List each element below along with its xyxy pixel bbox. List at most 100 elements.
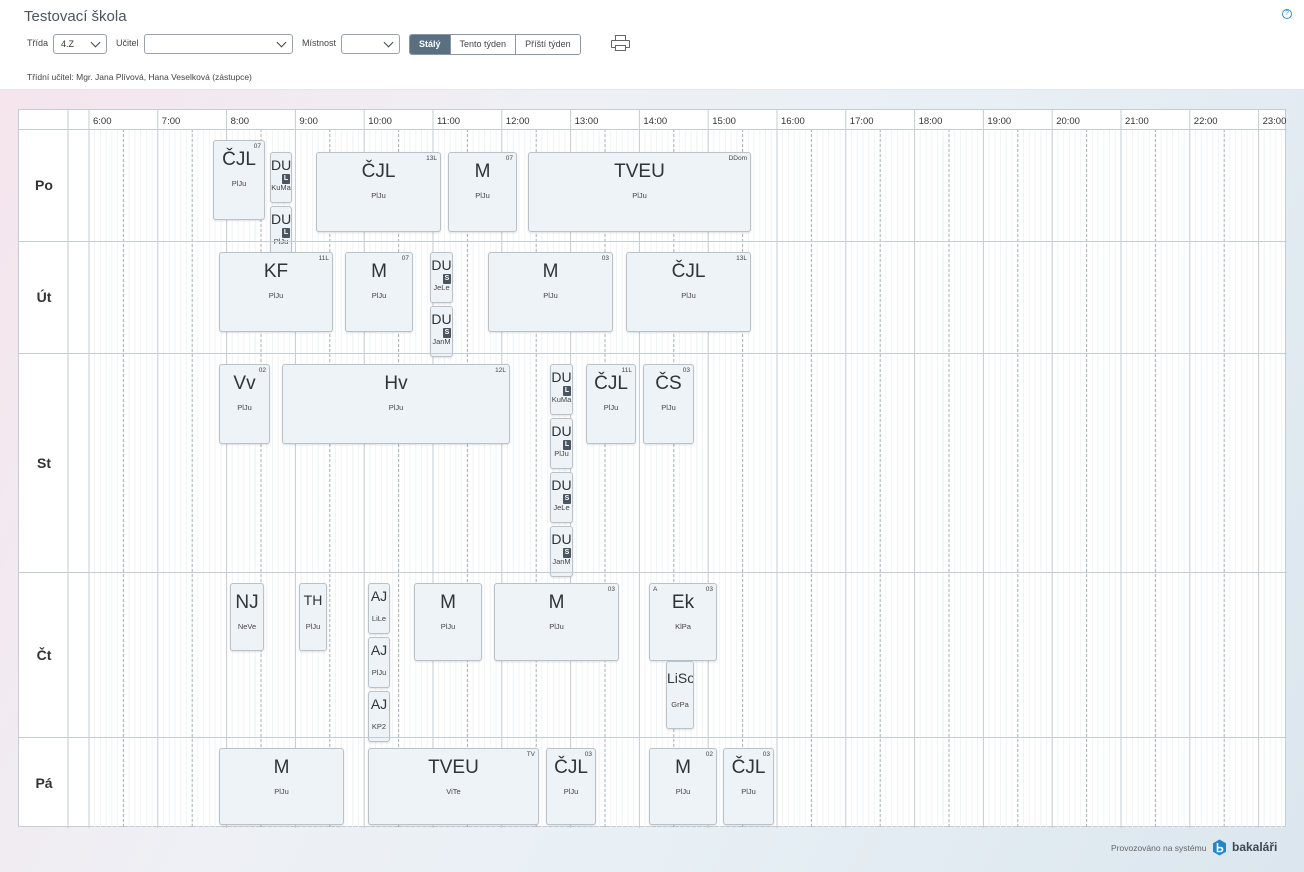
lesson-subject: TH — [303, 592, 323, 608]
bakalari-logo-icon[interactable] — [1212, 839, 1227, 856]
lesson-card[interactable]: ČJL PlJu 03 — [546, 748, 596, 825]
group-badge: L — [563, 386, 571, 396]
lesson-card[interactable]: M PlJu 07 — [448, 152, 517, 232]
group-badge: L — [282, 174, 290, 184]
lesson-card[interactable]: TVEU PlJu DDom — [528, 152, 751, 232]
lesson-card[interactable]: AJ LiLe — [368, 583, 390, 634]
hour-label: 17:00 — [849, 116, 874, 127]
lesson-teacher: PlJu — [388, 403, 404, 412]
lesson-card[interactable]: ČJL PlJu 03 — [723, 748, 774, 825]
lesson-subject: M — [675, 757, 691, 778]
lesson-card[interactable]: ČJL PlJu 11L — [586, 364, 636, 444]
lesson-room: 03 — [584, 751, 592, 758]
lesson-teacher: PlJu — [563, 787, 579, 796]
lesson-teacher: PlJu — [371, 291, 387, 300]
hour-label: 8:00 — [230, 116, 250, 127]
week-button-next-week[interactable]: Příští týden — [515, 35, 580, 54]
lesson-card[interactable]: DU PlJu L — [550, 418, 573, 469]
lesson-room: 02 — [705, 751, 713, 758]
lesson-card[interactable]: DU JanM S — [430, 306, 453, 357]
hour-label: 19:00 — [987, 116, 1012, 127]
lesson-room: 07 — [505, 155, 513, 162]
hour-label: 6:00 — [93, 116, 112, 127]
lesson-card[interactable]: LiSo GrPa — [666, 661, 694, 729]
lesson-teacher: PlJu — [231, 179, 247, 188]
lesson-subject: TVEU — [428, 757, 479, 778]
lesson-subject: ČJL — [361, 161, 396, 182]
hour-label: 13:00 — [574, 116, 599, 127]
hour-label: 10:00 — [368, 116, 392, 127]
hour-label: 18:00 — [918, 116, 943, 127]
lesson-card[interactable]: M PlJu 03 — [488, 252, 613, 332]
teacher-label: Učitel — [116, 38, 139, 48]
lesson-subject: AJ — [370, 642, 388, 658]
lesson-card[interactable]: KF PlJu 11L — [219, 252, 333, 332]
week-button-permanent[interactable]: Stálý — [410, 35, 450, 54]
lesson-teacher: JanM — [432, 337, 451, 346]
lesson-card[interactable]: Ek KlPa 03 A — [649, 583, 717, 661]
lesson-card[interactable]: ČJL PlJu 13L — [626, 252, 751, 332]
lesson-card[interactable]: TH PlJu — [299, 583, 327, 651]
day-label: Út — [36, 289, 52, 305]
lesson-card[interactable]: ČJL PlJu 13L — [316, 152, 441, 232]
hour-label: 9:00 — [299, 116, 318, 127]
lesson-room: 11L — [318, 255, 329, 262]
lesson-teacher: GrPa — [671, 700, 689, 709]
day-row: Čt NJ NeVe TH PlJu AJ LiLe AJ PlJu AJ KP2 M PlJu M PlJ… — [19, 572, 1287, 742]
lesson-room: 11L — [621, 367, 632, 374]
lesson-teacher: PlJu — [475, 191, 490, 200]
lesson-teacher: PlJu — [274, 787, 289, 796]
lesson-card[interactable]: ČS PlJu 03 — [643, 364, 694, 444]
lesson-card[interactable]: DU JeLe S — [430, 252, 453, 303]
help-icon[interactable]: ? — [1282, 9, 1292, 19]
day-row: Pá M PlJu TVEU ViTe TV ČJL PlJu 03 M PlJu 02 ČJL PlJu… — [19, 737, 1287, 828]
group-badge: S — [443, 328, 451, 338]
lesson-teacher: PlJu — [549, 622, 564, 631]
week-button-this-week[interactable]: Tento týden — [449, 35, 516, 54]
lesson-card[interactable]: AJ PlJu — [368, 637, 390, 688]
lesson-subject: AJ — [370, 588, 388, 604]
print-icon[interactable] — [611, 35, 630, 51]
lesson-card[interactable]: ČJL PlJu 07 — [213, 140, 265, 220]
lesson-card[interactable]: DU JanM S — [550, 526, 573, 577]
lesson-card[interactable]: M PlJu — [414, 583, 482, 661]
lesson-teacher: KP2 — [371, 722, 387, 731]
lesson-card[interactable]: TVEU ViTe TV — [368, 748, 539, 825]
hour-label: 14:00 — [643, 116, 668, 127]
lesson-teacher: PlJu — [661, 403, 676, 412]
lesson-subject: DU — [271, 211, 292, 227]
hour-label: 22:00 — [1193, 116, 1218, 127]
lesson-teacher: PlJu — [305, 622, 321, 631]
hour-label: 21:00 — [1125, 116, 1149, 127]
lesson-subject: Ek — [671, 592, 695, 613]
class-select[interactable]: 4.Z — [53, 34, 107, 54]
lesson-card[interactable]: M PlJu 02 — [649, 748, 717, 825]
day-row: St Vv PlJu 02 Hv PlJu 12L DU KuMa L DU PlJu L DU JeLe S… — [19, 353, 1287, 577]
lesson-teacher: PlJu — [681, 291, 696, 300]
lesson-card[interactable]: AJ KP2 — [368, 691, 390, 742]
lesson-card[interactable]: DU JeLe S — [550, 472, 573, 523]
lesson-card[interactable]: NJ NeVe — [230, 583, 264, 651]
teacher-select[interactable] — [144, 34, 293, 54]
lesson-room: 13L — [736, 255, 747, 262]
lesson-card[interactable]: M PlJu 03 — [494, 583, 619, 661]
group-badge: L — [282, 228, 290, 238]
lesson-card[interactable]: Hv PlJu 12L — [282, 364, 510, 444]
lesson-card[interactable]: Vv PlJu 02 — [219, 364, 270, 444]
lesson-card[interactable]: DU KuMa L — [270, 152, 292, 203]
lesson-card[interactable]: DU KuMa L — [550, 364, 573, 415]
lesson-teacher: PlJu — [603, 403, 619, 412]
room-label: Místnost — [302, 38, 337, 48]
hour-label: 20:00 — [1056, 116, 1080, 127]
chevron-down-icon — [90, 37, 101, 48]
day-row: Út KF PlJu 11L M PlJu 07 DU JeLe S DU JanM S M PlJu 03 Č… — [19, 241, 1287, 357]
room-select[interactable] — [341, 34, 400, 54]
lesson-subject: DU — [431, 311, 452, 327]
group-badge: S — [443, 274, 451, 284]
lesson-teacher: PlJu — [632, 191, 647, 200]
lesson-room: 07 — [401, 255, 409, 262]
lesson-subject: M — [474, 161, 491, 182]
lesson-card[interactable]: M PlJu 07 — [345, 252, 413, 332]
lesson-card[interactable]: M PlJu — [219, 748, 344, 825]
lesson-teacher: NeVe — [237, 622, 257, 631]
